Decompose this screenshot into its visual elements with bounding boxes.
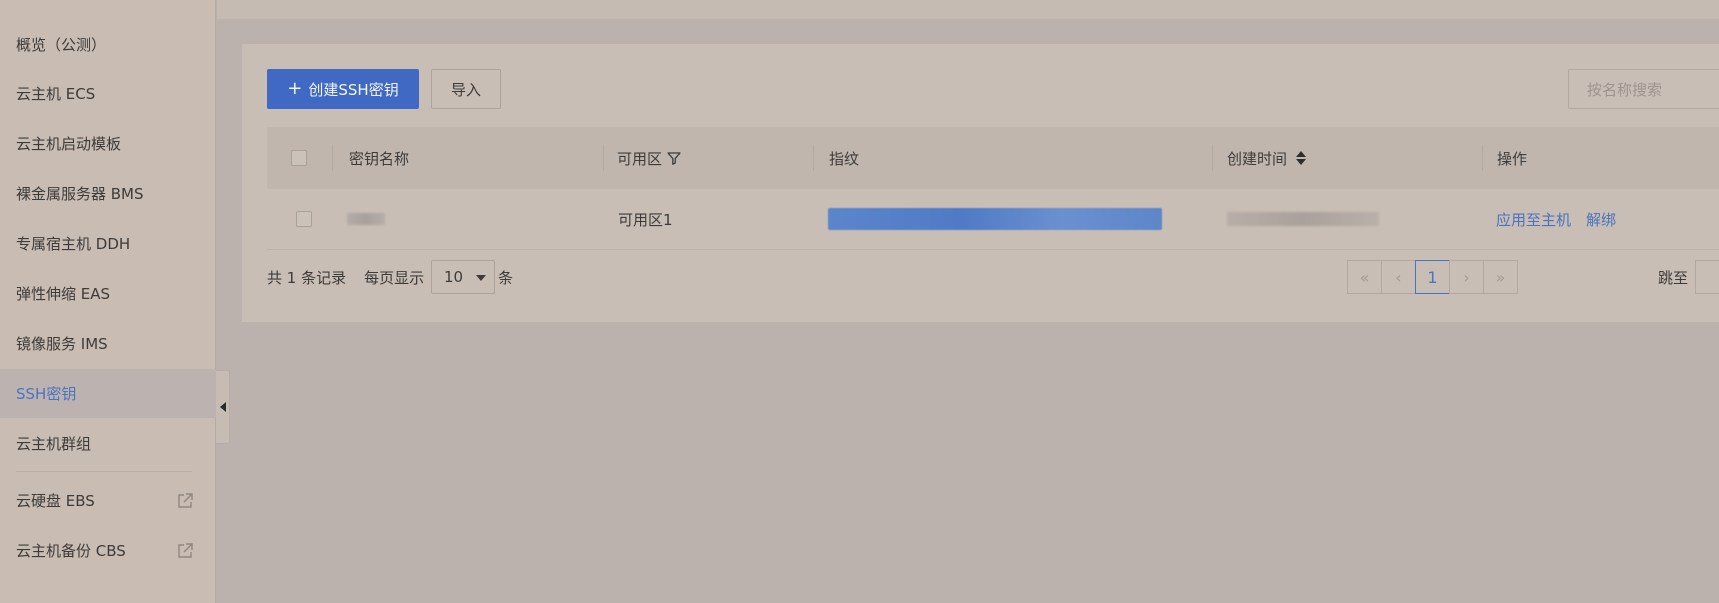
plus-icon: + [287, 78, 303, 99]
search-input[interactable]: 按名称搜索 [1568, 69, 1719, 109]
table-row: 可用区1 应用至主机 解绑 [267, 189, 1719, 250]
chevron-left-icon: ‹ [1395, 267, 1402, 287]
row-checkbox[interactable] [296, 211, 312, 227]
import-label: 导入 [450, 80, 481, 99]
last-page-button[interactable]: » [1483, 260, 1518, 294]
sidebar-item-label: 云主机备份 CBS [16, 542, 126, 560]
column-header-created[interactable]: 创建时间 [1227, 127, 1307, 189]
sidebar-item-label: 云主机启动模板 [16, 135, 122, 153]
sidebar-item-overview[interactable]: 概览（公测） [0, 20, 216, 69]
column-divider [332, 145, 333, 171]
total-records: 共 1 条记录 [267, 268, 347, 287]
sidebar-item-label: 裸金属服务器 BMS [16, 185, 144, 203]
filter-icon[interactable] [666, 150, 682, 166]
per-page-unit-wrap: 条 [498, 260, 513, 294]
column-divider [813, 145, 814, 171]
page-size-value: 10 [444, 268, 464, 286]
double-chevron-left-icon: « [1359, 267, 1370, 287]
content-panel: + 创建SSH密钥 导入 按名称搜索 密钥名称 可用区 指纹 创建时间 操作 可… [242, 44, 1719, 322]
per-page-label: 每页显示 [364, 268, 425, 287]
column-header-label: 操作 [1497, 149, 1528, 168]
sidebar-item-host-groups[interactable]: 云主机群组 [0, 419, 216, 468]
column-header-label: 密钥名称 [349, 149, 410, 168]
sidebar: 概览（公测） 云主机 ECS 云主机启动模板 裸金属服务器 BMS 专属宿主机 … [0, 0, 216, 603]
column-divider [603, 145, 604, 171]
sidebar-item-label: 专属宿主机 DDH [16, 235, 131, 253]
apply-to-host-link[interactable]: 应用至主机 [1496, 209, 1571, 230]
sidebar-item-label: 云硬盘 EBS [16, 492, 95, 510]
zone-cell: 可用区1 [618, 189, 673, 249]
sidebar-item-label: 云主机 ECS [16, 85, 96, 103]
sidebar-divider [16, 471, 192, 472]
chevron-down-icon [476, 275, 486, 281]
jump-page-input[interactable] [1695, 260, 1719, 294]
sidebar-collapse-handle[interactable] [216, 370, 230, 444]
per-page-unit: 条 [498, 268, 514, 287]
column-header-zone: 可用区 [617, 127, 682, 189]
sidebar-item-bms[interactable]: 裸金属服务器 BMS [0, 169, 216, 218]
sidebar-item-ebs[interactable]: 云硬盘 EBS [0, 476, 216, 525]
key-name-cell[interactable] [347, 189, 385, 249]
first-page-button[interactable]: « [1347, 260, 1382, 294]
sidebar-item-launch-template[interactable]: 云主机启动模板 [0, 119, 216, 168]
sidebar-item-label: 镜像服务 IMS [16, 335, 108, 353]
page-size-select[interactable]: 10 [431, 260, 495, 294]
create-ssh-key-label: 创建SSH密钥 [308, 80, 399, 99]
search-placeholder: 按名称搜索 [1587, 80, 1663, 99]
actions-cell: 应用至主机 解绑 [1496, 189, 1616, 249]
unbind-link[interactable]: 解绑 [1586, 209, 1616, 230]
sidebar-item-label: 弹性伸缩 EAS [16, 285, 111, 303]
sidebar-item-ecs[interactable]: 云主机 ECS [0, 69, 216, 118]
top-strip [217, 0, 1719, 19]
column-header-label: 指纹 [829, 149, 860, 168]
jump-label: 跳至 [1658, 268, 1689, 287]
import-button[interactable]: 导入 [431, 69, 501, 109]
redacted-fingerprint [828, 208, 1162, 230]
create-ssh-key-button[interactable]: + 创建SSH密钥 [267, 69, 419, 109]
sidebar-item-label: 概览（公测） [16, 36, 107, 54]
sidebar-item-ims[interactable]: 镜像服务 IMS [0, 319, 216, 368]
page-button-current[interactable]: 1 [1415, 260, 1450, 294]
double-chevron-right-icon: » [1495, 267, 1506, 287]
next-page-button[interactable]: › [1449, 260, 1484, 294]
chevron-right-icon: › [1463, 267, 1470, 287]
external-link-icon [178, 543, 193, 558]
column-header-label: 可用区 [617, 149, 663, 168]
redacted-created-time [1227, 212, 1379, 226]
jump-label-wrap: 跳至 [1658, 260, 1688, 294]
created-time-cell [1227, 189, 1379, 249]
column-header-name: 密钥名称 [349, 127, 409, 189]
column-header-actions: 操作 [1497, 127, 1527, 189]
column-divider [1212, 145, 1213, 171]
sidebar-item-label: 云主机群组 [16, 435, 92, 453]
redacted-key-name [347, 213, 385, 225]
sidebar-item-eas[interactable]: 弹性伸缩 EAS [0, 269, 216, 318]
column-header-label: 创建时间 [1227, 149, 1288, 168]
zone-value: 可用区1 [618, 210, 673, 229]
pagination-summary: 共 1 条记录 每页显示 [267, 260, 424, 294]
page-number: 1 [1427, 267, 1438, 287]
sidebar-item-ssh-keys[interactable]: SSH密钥 [0, 369, 216, 418]
caret-left-icon [219, 402, 226, 412]
prev-page-button[interactable]: ‹ [1381, 260, 1416, 294]
fingerprint-cell [828, 189, 1162, 249]
column-header-fingerprint: 指纹 [829, 127, 859, 189]
sidebar-item-cbs[interactable]: 云主机备份 CBS [0, 526, 216, 575]
external-link-icon [178, 493, 193, 508]
select-all-checkbox[interactable] [291, 150, 307, 166]
table-header: 密钥名称 可用区 指纹 创建时间 操作 [267, 127, 1719, 189]
sidebar-item-ddh[interactable]: 专属宿主机 DDH [0, 219, 216, 268]
column-divider [1482, 145, 1483, 171]
sidebar-item-label: SSH密钥 [16, 385, 77, 403]
sort-icon[interactable] [1295, 150, 1307, 166]
